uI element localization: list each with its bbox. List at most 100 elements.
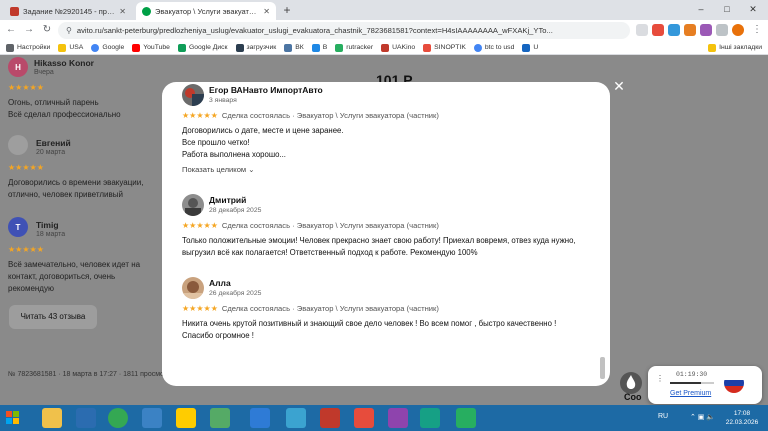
site-info-icon[interactable]: ⚲ <box>66 26 72 35</box>
extension-icon[interactable] <box>636 24 648 36</box>
avatar <box>182 277 204 299</box>
bookmark-label: U <box>533 44 539 51</box>
bookmark-label: В <box>322 44 328 51</box>
extension-icon[interactable] <box>684 24 696 36</box>
review-item: Дмитрий 28 декабря 2025 ★★★★★ Сделка сос… <box>182 194 582 274</box>
bookmark-youtube[interactable]: YouTube <box>132 43 170 52</box>
scrollbar-thumb[interactable] <box>600 357 605 379</box>
star-rating: ★★★★★ <box>8 83 44 92</box>
extension-icon[interactable] <box>716 24 728 36</box>
bookmark-usa[interactable]: USA <box>58 43 83 52</box>
review-text: Всё замечательно, человек идет на контак… <box>8 260 141 293</box>
progress-track <box>670 382 714 384</box>
bookmark-sinoptik[interactable]: SINOPTIK <box>423 43 466 52</box>
bookmark-downloader[interactable]: загрузчик <box>235 43 276 52</box>
file-explorer-icon[interactable] <box>42 408 62 428</box>
review-item: Егор ВАНавто ИмпортАвто 3 января ★★★★★ С… <box>182 84 582 180</box>
bookmark-other[interactable]: Інші закладки <box>708 43 768 52</box>
start-windows-icon[interactable] <box>2 407 24 429</box>
app-icon[interactable] <box>210 408 230 428</box>
new-tab-button[interactable]: + <box>280 3 294 17</box>
bookmark-label: ВК <box>295 44 304 51</box>
flag-ru-icon[interactable] <box>724 373 744 393</box>
extension-icon[interactable] <box>668 24 680 36</box>
app-icon[interactable] <box>388 408 408 428</box>
app-icon[interactable] <box>142 408 162 428</box>
tab-task[interactable]: Задание №2920145 - просмотр ✕ <box>4 2 132 20</box>
app-icon[interactable] <box>250 408 270 428</box>
yandex-icon[interactable] <box>176 408 196 428</box>
clock-time: 17:08 <box>733 410 751 417</box>
review-date: Вчера <box>34 69 54 76</box>
app-icon[interactable] <box>286 408 306 428</box>
app-icon[interactable] <box>456 408 476 428</box>
app-icon[interactable] <box>420 408 440 428</box>
download-icon <box>235 43 244 52</box>
bookmark-icon <box>522 43 531 52</box>
uakino-icon <box>381 43 390 52</box>
modal-close-icon[interactable]: ✕ <box>611 78 627 94</box>
forward-icon[interactable]: → <box>22 23 36 37</box>
review-text: Только положительные эмоции! Человек пре… <box>182 236 576 257</box>
avatar <box>182 194 204 216</box>
app-icon[interactable] <box>354 408 374 428</box>
bookmark-rutracker[interactable]: rutracker <box>335 43 373 52</box>
bookmark-google-drive[interactable]: Google Диск <box>177 43 228 52</box>
review-date: 28 декабря 2025 <box>209 207 262 214</box>
show-full-link[interactable]: Показать целиком ⌄ <box>182 165 255 174</box>
star-rating: ★★★★★ <box>182 304 218 313</box>
tab-label: Задание №2920145 - просмотр <box>23 6 115 16</box>
assistant-icon[interactable] <box>620 372 642 394</box>
bookmark-u[interactable]: U <box>522 43 539 52</box>
review-text: Договорились о дате, месте и цене заране… <box>182 126 344 159</box>
menu-dots-icon[interactable]: ⋮ <box>656 374 664 383</box>
bookmark-uakino[interactable]: UAKino <box>381 43 415 52</box>
sp-favicon-icon <box>10 6 19 16</box>
bookmark-b[interactable]: В <box>311 43 328 52</box>
minimize-button[interactable]: – <box>688 0 714 18</box>
menu-kebab-icon[interactable]: ⋮ <box>750 23 764 37</box>
reviews-modal: Егор ВАНавто ИмпортАвто 3 января ★★★★★ С… <box>162 82 610 386</box>
google-icon <box>473 43 482 52</box>
reload-icon[interactable]: ↻ <box>40 23 54 37</box>
profile-avatar-icon[interactable] <box>732 24 744 36</box>
review-author: Егор ВАНавто ИмпортАвто <box>209 85 323 95</box>
tab-close-icon[interactable]: ✕ <box>119 7 126 16</box>
maximize-button[interactable]: □ <box>714 0 740 18</box>
listing-footer: № 7823681581 · 18 марта в 17:27 · 1811 п… <box>8 371 179 378</box>
avatar: H <box>8 57 28 77</box>
bookmark-label: Настройки <box>17 44 51 51</box>
app-icon[interactable] <box>320 408 340 428</box>
tab-avito[interactable]: Эвакуатор \ Услуги эвакуатора ✕ <box>136 2 276 20</box>
review-author: Дмитрий <box>209 195 247 205</box>
get-premium-link[interactable]: Get Premium <box>670 390 711 397</box>
browser-toolbar: ← → ↻ ⚲ avito.ru/sankt-peterburg/predloz… <box>0 20 768 41</box>
flag-ru-extension-icon[interactable] <box>652 24 664 36</box>
word-icon[interactable] <box>76 408 96 428</box>
review-item: Алла 26 декабря 2025 ★★★★★ Сделка состоя… <box>182 277 582 357</box>
review-date: 20 марта <box>36 149 66 156</box>
bookmark-btc[interactable]: btc to usd <box>473 43 514 52</box>
back-icon[interactable]: ← <box>4 23 18 37</box>
chrome-icon[interactable] <box>108 408 128 428</box>
bookmark-vk[interactable]: ВК <box>284 43 304 52</box>
avatar: T <box>8 217 28 237</box>
address-bar[interactable]: ⚲ avito.ru/sankt-peterburg/predlozheniya… <box>58 22 630 39</box>
bookmark-label: Google <box>102 44 125 51</box>
review-meta: ★★★★★ Сделка состоялась · Эвакуатор \ Ус… <box>182 304 439 313</box>
language-indicator[interactable]: RU <box>658 413 668 420</box>
close-window-button[interactable]: ✕ <box>740 0 766 18</box>
bookmark-google[interactable]: Google <box>91 43 125 52</box>
review-author: Алла <box>209 278 231 288</box>
tab-close-icon[interactable]: ✕ <box>263 7 270 16</box>
clock[interactable]: 17:08 22.03.2026 <box>720 409 764 427</box>
read-reviews-button[interactable]: Читать 43 отзыва <box>9 305 97 329</box>
puzzle-icon[interactable] <box>700 24 712 36</box>
review-text: Никита очень крутой позитивный и знающий… <box>182 319 557 340</box>
tab-label: Эвакуатор \ Услуги эвакуатора <box>155 6 260 16</box>
tray-icons[interactable]: ⌃ ▣ 🔈 <box>690 413 715 421</box>
progress-fill <box>670 382 701 384</box>
bookmark-settings[interactable]: Настройки <box>6 43 51 52</box>
review-text: Огонь, отличный парень Всё сделал профес… <box>8 98 121 119</box>
review-date: 3 января <box>209 97 237 104</box>
